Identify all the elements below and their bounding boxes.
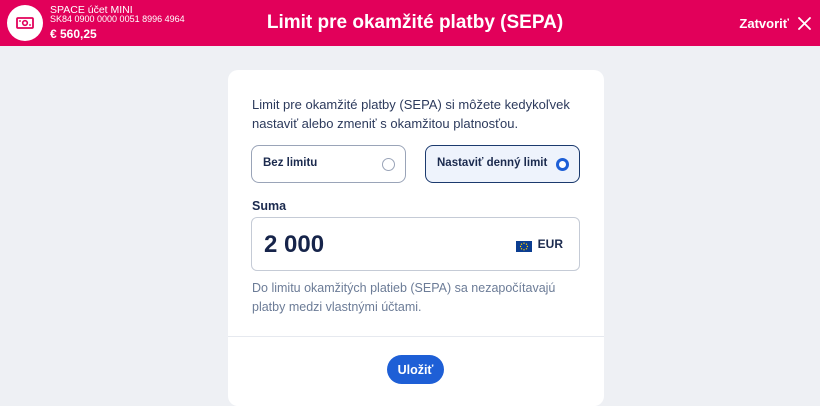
amount-input[interactable]: 2 000 EUR xyxy=(251,217,580,271)
amount-label: Suma xyxy=(252,199,287,213)
option-no-limit-label: Bez limitu xyxy=(263,157,318,169)
page-title: Limit pre okamžité platby (SEPA) xyxy=(266,12,564,33)
option-daily-limit-label: Nastaviť denný limit xyxy=(437,157,548,169)
divider xyxy=(228,336,604,337)
currency-label: EUR xyxy=(537,237,563,251)
option-daily-limit[interactable]: Nastaviť denný limit xyxy=(425,145,580,183)
radio-daily-limit[interactable] xyxy=(556,158,569,171)
limit-note: Do limitu okamžitých platieb (SEPA) sa n… xyxy=(252,281,556,314)
header-bar: SPACE účet MINI SK84 0900 0000 0051 8996… xyxy=(0,0,820,46)
limit-card: Limit pre okamžité platby (SEPA) si môže… xyxy=(228,70,604,406)
save-button[interactable]: Uložiť xyxy=(387,355,444,384)
close-button[interactable]: Zatvoriť xyxy=(739,13,811,33)
option-no-limit[interactable]: Bez limitu xyxy=(251,145,406,183)
intro-text: Limit pre okamžité platby (SEPA) si môže… xyxy=(252,97,570,131)
eu-flag-icon xyxy=(515,239,532,252)
radio-no-limit[interactable] xyxy=(382,158,395,171)
currency-selector[interactable]: EUR xyxy=(515,237,563,252)
amount-value[interactable]: 2 000 xyxy=(264,231,324,259)
close-icon[interactable] xyxy=(798,16,811,30)
close-label: Zatvoriť xyxy=(739,15,789,31)
